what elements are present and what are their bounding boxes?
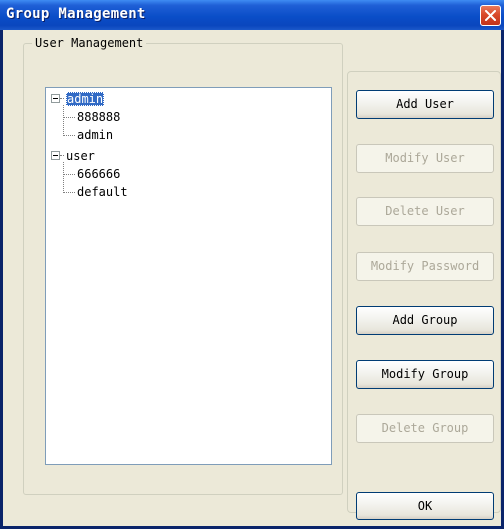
collapse-toggle-icon[interactable] [51,94,60,103]
user-tree-view[interactable]: admin 888888 admin user 666666 default [45,87,332,465]
modify-user-button[interactable]: Modify User [356,144,494,173]
dialog-window: Group Management User Management admin 8… [0,0,504,529]
title-bar[interactable]: Group Management [0,0,504,30]
tree-node-user[interactable]: admin [77,128,113,142]
tree-connector [60,98,64,100]
groupbox-label: User Management [32,35,147,51]
tree-node-group-user[interactable]: user [66,149,95,163]
close-icon [485,10,496,21]
tree-connector [63,105,65,136]
delete-user-button[interactable]: Delete User [356,197,494,226]
tree-connector [63,162,65,193]
tree-node-user[interactable]: default [77,185,128,199]
ok-button[interactable]: OK [356,492,494,520]
tree-connector [64,135,75,137]
tree-node-user[interactable]: 666666 [77,167,120,181]
actions-panel [347,71,501,513]
modify-group-button[interactable]: Modify Group [356,360,494,389]
tree-connector [64,174,75,176]
tree-node-user[interactable]: 888888 [77,110,120,124]
add-group-button[interactable]: Add Group [356,306,494,335]
add-user-button[interactable]: Add User [356,90,494,119]
delete-group-button[interactable]: Delete Group [356,414,494,443]
window-title: Group Management [6,6,146,22]
close-button[interactable] [480,5,501,26]
tree-node-group-admin[interactable]: admin [66,92,105,106]
tree-connector [64,192,75,194]
tree-connector [60,155,64,157]
collapse-toggle-icon[interactable] [51,151,60,160]
tree-connector [64,117,75,119]
modify-password-button[interactable]: Modify Password [356,252,494,281]
